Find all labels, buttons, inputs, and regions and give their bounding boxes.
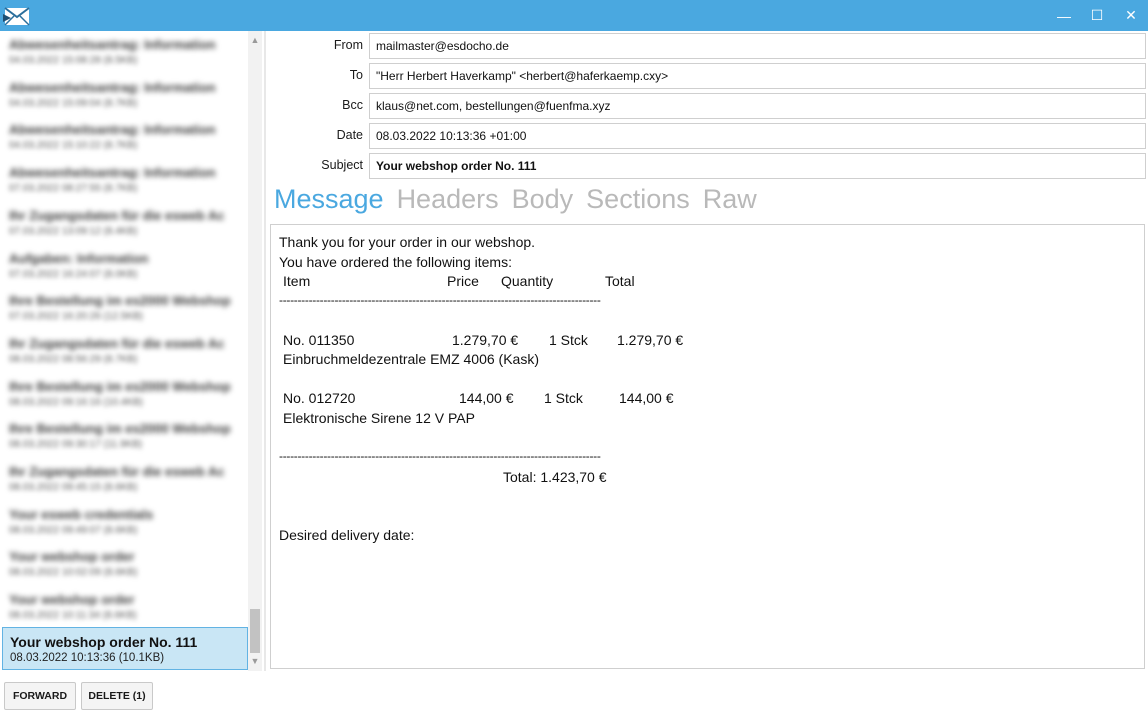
message-subject: Aufgaben: Information [9,250,149,266]
message-meta: 08.03.2022 09:16:16 (10.4KB) [9,396,143,408]
date-label: Date [336,128,363,142]
item-number: No. 012720 [283,390,356,406]
column-header-price: Price [447,273,479,289]
column-header-quantity: Quantity [501,273,554,289]
column-header-item: Item [283,273,311,289]
message-meta: 04.03.2022 15:10:22 (8.7KB) [9,140,138,152]
tab-headers[interactable]: Headers [397,184,499,220]
scroll-up-arrow-icon[interactable]: ▲ [249,34,261,46]
message-subject: Your webshop order No. 111 [10,634,198,650]
message-meta: 04.03.2022 15:08:28 (8.5KB) [9,55,138,66]
to-field[interactable]: "Herr Herbert Haverkamp" <herbert@haferk… [369,63,1146,89]
message-list-item[interactable]: Abwesenheitsantrag: Information 04.03.202… [9,122,247,164]
message-subject: Your esweb credentials [9,506,154,522]
message-list-item[interactable]: Your esweb credentials 08.03.2022 09:49:0… [9,507,247,549]
subject-label: Subject [321,158,363,172]
message-list-item[interactable]: Ihr Zugangsdaten für die esweb Ac 08.03.2… [9,336,247,378]
message-subject: Ihre Bestellung im es2000 Webshop [9,293,231,309]
message-subject: Ihre Bestellung im es2000 Webshop [9,421,231,437]
item-quantity: 1 Stck [549,332,588,348]
message-meta: 08.03.2022 10:13:36 (10.1KB) [10,652,165,664]
message-subject: Abwesenheitsantrag: Information [9,37,216,52]
message-list-item[interactable]: Ihr Zugangsdaten für die esweb Ac 08.03.2… [9,464,247,506]
message-subject: Ihre Bestellung im es2000 Webshop [9,378,231,394]
bcc-field[interactable]: klaus@net.com, bestellungen@fuenfma.xyz [369,93,1146,119]
message-meta: 07.03.2022 08:27:55 (8.7KB) [9,183,138,195]
message-list-item[interactable]: Ihr Zugangsdaten für die esweb Ac 07.03.2… [9,208,247,250]
from-field[interactable]: mailmaster@esdocho.de [369,33,1146,59]
message-subject: Abwesenheitsantrag: Information [9,165,216,181]
close-button[interactable]: ✕ [1114,0,1148,31]
message-list-item[interactable]: Your webshop order 08.03.2022 10:02:09 (8… [9,549,247,591]
message-meta: 08.03.2022 09:49:07 (8.6KB) [9,524,138,536]
bcc-label: Bcc [342,98,363,112]
body-text: Thank you for your order in our webshop. [279,234,536,250]
message-meta: 08.03.2022 09:45:15 (8.6KB) [9,482,138,493]
scroll-down-arrow-icon[interactable]: ▼ [249,655,261,667]
maximize-button[interactable]: ☐ [1080,0,1114,31]
message-list-item[interactable]: Ihre Bestellung im es2000 Webshop 07.03.2… [9,293,247,335]
message-meta: 07.03.2022 16:20:26 (12.5KB) [9,311,143,323]
message-meta: 08.03.2022 08:56:29 (8.7KB) [9,353,138,365]
message-subject: Abwesenheitsantrag: Information [9,122,216,138]
scroll-thumb[interactable] [250,609,260,653]
message-list-item[interactable]: Ihre Bestellung im es2000 Webshop 08.03.2… [9,421,247,463]
message-meta: 08.03.2022 10:11:34 (8.6KB) [9,610,137,622]
item-quantity: 1 Stck [544,390,583,406]
message-meta: 04.03.2022 15:09:04 (8.7KB) [9,97,138,109]
message-meta: 07.03.2022 16:24:07 (8.0KB) [9,268,138,280]
message-list-item[interactable]: Abwesenheitsantrag: Information 04.03.202… [9,80,247,122]
date-field[interactable]: 08.03.2022 10:13:36 +01:00 [369,123,1146,149]
column-header-total: Total [605,273,635,289]
delivery-date-text: Desired delivery date: [279,527,415,543]
message-list-item[interactable]: Aufgaben: Information 07.03.2022 16:24:07… [9,251,247,293]
pane-splitter[interactable] [264,31,266,671]
item-number: No. 011350 [283,332,355,348]
message-subject: Ihr Zugangsdaten für die esweb Ac [9,335,225,351]
message-list-scrollbar[interactable]: ▲ ▼ [248,31,262,671]
from-label: From [333,38,363,52]
item-total: 1.279,70 € [617,332,684,348]
message-list-item[interactable]: Ihre Bestellung im es2000 Webshop 08.03.2… [9,379,247,421]
tab-body[interactable]: Body [512,184,574,220]
message-subject: Your webshop order [9,592,135,608]
message-meta: 07.03.2022 13:09:12 (8.4KB) [9,225,138,237]
item-description: Elektronische Sirene 12 V PAP [283,410,475,426]
item-price: 1.279,70 € [452,332,519,348]
divider-rule: ----------------------------------------… [279,293,601,307]
to-label: To [349,68,363,82]
item-price: 144,00 € [459,390,514,406]
forward-button[interactable]: FORWARD [4,682,76,710]
message-list-item[interactable]: Abwesenheitsantrag: Information 07.03.202… [9,165,247,207]
message-meta: 08.03.2022 09:30:17 (11.9KB) [9,439,143,451]
order-total: Total: 1.423,70 € [503,469,607,485]
message-list-item-selected[interactable]: Your webshop order No. 111 08.03.2022 10… [2,627,248,670]
body-text: You have ordered the following items: [279,254,512,270]
divider-rule: ----------------------------------------… [279,449,601,463]
item-total: 144,00 € [619,390,674,406]
message-subject: Your webshop order [9,549,135,565]
view-tabs: Message Headers Body Sections Raw [274,184,770,220]
tab-message[interactable]: Message [274,184,384,220]
message-list-item[interactable]: Abwesenheitsantrag: Information 04.03.202… [9,37,247,79]
mail-app-icon [3,7,30,26]
message-body[interactable]: Thank you for your order in our webshop.… [270,224,1145,669]
message-subject: Ihr Zugangsdaten für die esweb Ac [9,207,225,223]
message-subject: Ihr Zugangsdaten für die esweb Ac [9,464,225,479]
item-description: Einbruchmeldezentrale EMZ 4006 (Kask) [283,351,540,367]
subject-field[interactable]: Your webshop order No. 111 [369,153,1146,179]
minimize-button[interactable]: — [1047,0,1081,31]
message-subject: Abwesenheitsantrag: Information [9,79,216,95]
tab-raw[interactable]: Raw [703,184,757,220]
message-list: Abwesenheitsantrag: Information 04.03.202… [0,31,264,671]
message-meta: 08.03.2022 10:02:09 (8.6KB) [9,567,138,579]
tab-sections[interactable]: Sections [586,184,690,220]
delete-button[interactable]: DELETE (1) [81,682,153,710]
title-bar: — ☐ ✕ [0,0,1148,31]
